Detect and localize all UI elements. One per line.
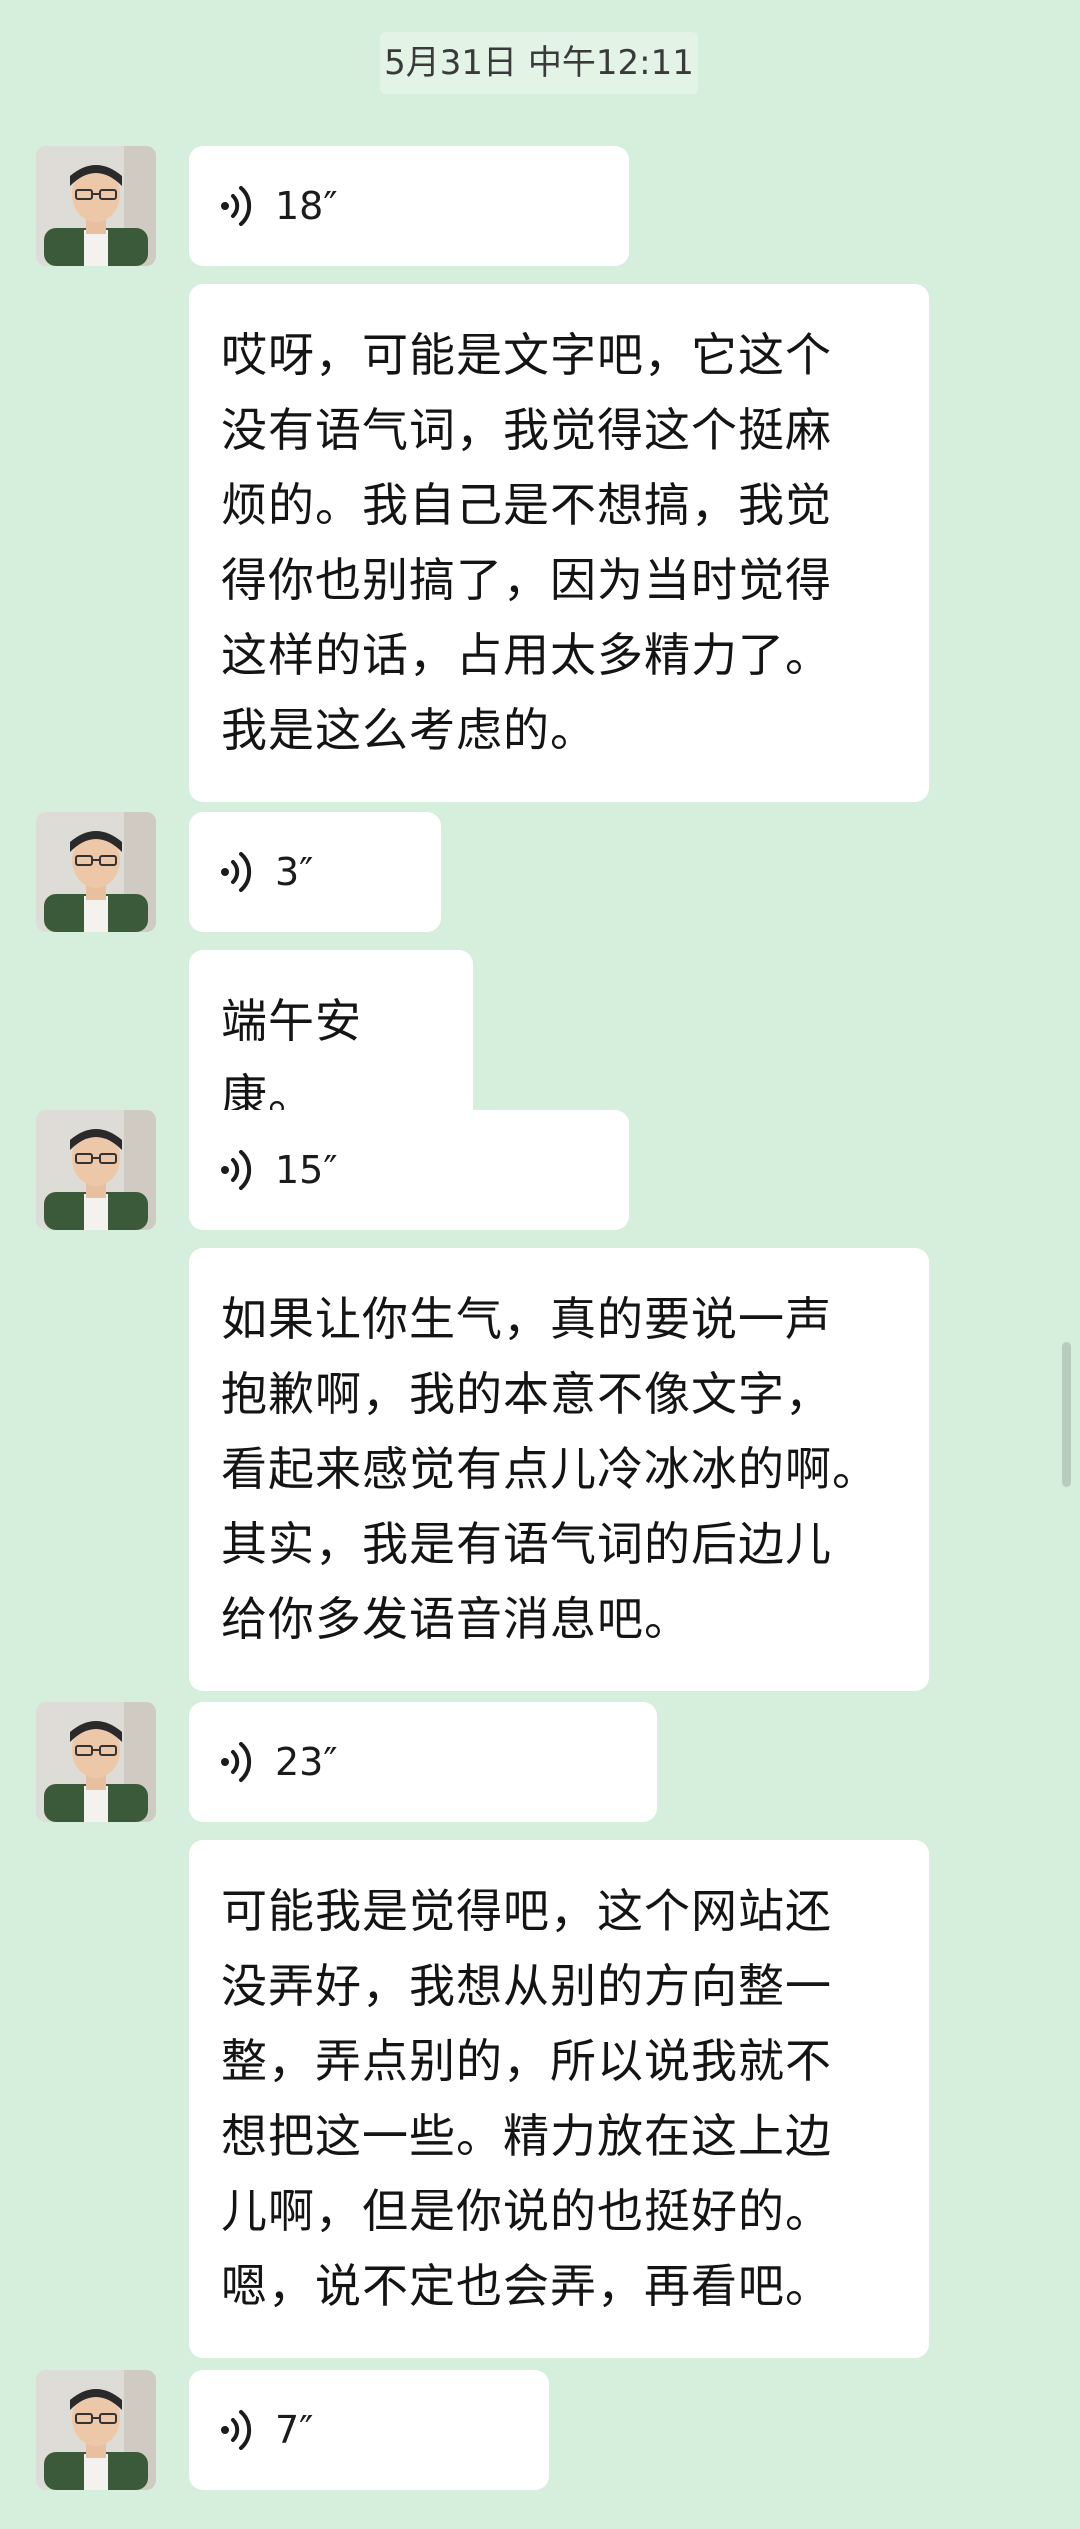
voice-wave-icon bbox=[221, 1150, 252, 1190]
voice-message[interactable]: 18″ bbox=[189, 146, 629, 266]
avatar[interactable] bbox=[36, 2370, 156, 2490]
avatar[interactable] bbox=[36, 1702, 156, 1822]
voice-wave-icon bbox=[221, 852, 252, 892]
voice-duration: 23″ bbox=[275, 1740, 338, 1784]
avatar[interactable] bbox=[36, 1110, 156, 1230]
avatar[interactable] bbox=[36, 146, 156, 266]
voice-message[interactable]: 23″ bbox=[189, 1702, 657, 1822]
timestamp: 5月31日 中午12:11 bbox=[380, 32, 698, 94]
voice-wave-icon bbox=[221, 186, 252, 226]
transcript-bubble: 如果让你生气，真的要说一声 抱歉啊，我的本意不像文字， 看起来感觉有点儿冷冰冰的… bbox=[189, 1248, 929, 1691]
voice-duration: 15″ bbox=[275, 1148, 338, 1192]
voice-message[interactable]: 3″ bbox=[189, 812, 441, 932]
voice-message[interactable]: 7″ bbox=[189, 2370, 549, 2490]
transcript-bubble: 哎呀，可能是文字吧，它这个 没有语气词，我觉得这个挺麻 烦的。我自己是不想搞，我… bbox=[189, 284, 929, 802]
voice-message[interactable]: 15″ bbox=[189, 1110, 629, 1230]
voice-wave-icon bbox=[221, 1742, 252, 1782]
scrollbar[interactable] bbox=[1062, 1342, 1071, 1487]
voice-duration: 7″ bbox=[275, 2408, 314, 2452]
transcript-bubble: 可能我是觉得吧，这个网站还 没弄好，我想从别的方向整一 整，弄点别的，所以说我就… bbox=[189, 1840, 929, 2358]
voice-duration: 18″ bbox=[275, 184, 338, 228]
voice-wave-icon bbox=[221, 2410, 252, 2450]
voice-duration: 3″ bbox=[275, 850, 314, 894]
avatar[interactable] bbox=[36, 812, 156, 932]
